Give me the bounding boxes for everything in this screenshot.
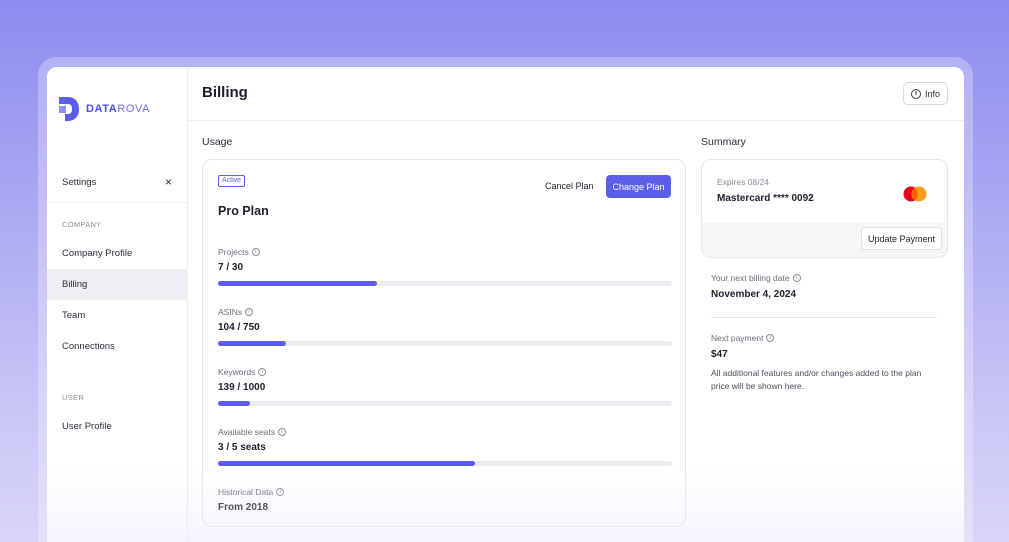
sidebar-item-connections[interactable]: Connections [47, 331, 188, 362]
progress-fill [218, 401, 250, 406]
metric-value: 3 / 5 seats [218, 442, 266, 453]
cancel-plan-button[interactable]: Cancel Plan [545, 181, 594, 191]
progress-bar [218, 281, 672, 286]
sidebar-item-user-profile[interactable]: User Profile [47, 411, 188, 442]
card-number: Mastercard **** 0092 [717, 193, 814, 204]
page-title: Billing [202, 84, 248, 101]
next-billing: Your next billing date i November 4, 2024 [711, 273, 937, 300]
next-payment-note: All additional features and/or changes a… [711, 368, 922, 391]
payment-card: Expires 08/24 Mastercard **** 0092 Updat… [701, 159, 948, 258]
brand-logo[interactable]: DATAROVA [58, 96, 150, 122]
settings-header: Settings × [62, 175, 172, 189]
update-payment-button[interactable]: Update Payment [860, 227, 942, 250]
next-payment-amount: $47 [711, 349, 728, 360]
info-icon[interactable]: i [276, 488, 285, 496]
metric-asins: ASINs i 104 / 750 [218, 307, 672, 346]
info-icon[interactable]: i [792, 274, 801, 282]
usage-card: Active Pro Plan Cancel Plan Change Plan … [202, 159, 686, 527]
progress-bar [218, 341, 672, 346]
sidebar-divider [47, 202, 188, 203]
info-icon[interactable]: i [251, 248, 260, 256]
info-icon[interactable]: i [766, 334, 775, 342]
progress-fill [218, 461, 475, 466]
metric-projects: Projects i 7 / 30 [218, 247, 672, 286]
metric-value: From 2018 [218, 502, 269, 513]
change-plan-button[interactable]: Change Plan [606, 175, 671, 198]
close-icon[interactable]: × [165, 175, 172, 189]
info-icon[interactable]: i [245, 308, 254, 316]
sidebar-item-company-profile[interactable]: Company Profile [47, 238, 188, 269]
metric-value: 139 / 1000 [218, 382, 266, 393]
metric-historical-data: Historical Data i From 2018 [218, 487, 672, 513]
info-button-label: Info [924, 88, 940, 99]
datarova-logo-icon [59, 97, 79, 121]
next-payment: Next payment i $47 All additional feature… [711, 333, 937, 393]
settings-title: Settings [62, 176, 97, 188]
brand-name: DATAROVA [86, 103, 151, 115]
info-icon[interactable]: i [278, 428, 287, 436]
metric-keywords: Keywords i 139 / 1000 [218, 367, 672, 406]
section-label-company: COMPANY [62, 220, 102, 229]
progress-bar [218, 401, 672, 406]
info-icon[interactable]: i [258, 368, 267, 376]
page-header: Billing i Info [188, 67, 964, 121]
info-icon: i [910, 88, 921, 99]
progress-fill [218, 341, 287, 346]
sidebar-item-billing[interactable]: Billing [47, 269, 188, 300]
metric-label: ASINs i [218, 307, 672, 317]
metric-value: 7 / 30 [218, 262, 244, 273]
card-expiry: Expires 08/24 [717, 177, 769, 187]
next-payment-label: Next payment i [711, 333, 937, 343]
card-footer: Update Payment [702, 223, 947, 257]
metric-available-seats: Available seats i 3 / 5 seats [218, 427, 672, 466]
next-billing-date: November 4, 2024 [711, 289, 797, 300]
metric-label: Available seats i [218, 427, 672, 437]
plan-name: Pro Plan [218, 204, 269, 218]
status-badge: Active [218, 175, 246, 187]
info-button[interactable]: i Info [902, 82, 948, 105]
sidebar: DATAROVA Settings × COMPANY Company Prof… [47, 67, 188, 542]
metric-value: 104 / 750 [218, 322, 260, 333]
metric-label: Keywords i [218, 367, 672, 377]
usage-heading: Usage [202, 136, 233, 148]
app-window: DATAROVA Settings × COMPANY Company Prof… [47, 67, 964, 542]
summary-heading: Summary [701, 136, 746, 148]
progress-fill [218, 281, 377, 286]
next-billing-label: Your next billing date i [711, 273, 937, 283]
section-label-user: USER [62, 393, 85, 402]
sidebar-item-team[interactable]: Team [47, 300, 188, 331]
progress-bar [218, 461, 672, 466]
metric-label: Projects i [218, 247, 672, 257]
metric-label: Historical Data i [218, 487, 672, 497]
mastercard-icon [903, 186, 927, 202]
summary-divider [711, 317, 937, 318]
